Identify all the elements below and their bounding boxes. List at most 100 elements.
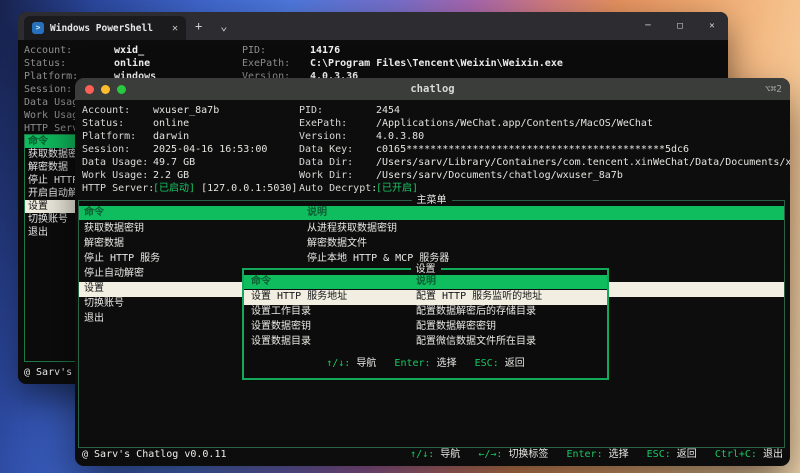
close-icon[interactable]: ✕	[696, 12, 728, 40]
info-label: ExePath:	[299, 118, 348, 129]
info-value: 2.2 GB	[153, 170, 190, 181]
window-shortcut-badge: ⌥⌘2	[764, 83, 782, 95]
menu-cmd: 设置数据目录	[251, 336, 311, 347]
menu-desc: 解密数据文件	[307, 238, 367, 249]
info-label: Data Key:	[299, 144, 354, 155]
menu-desc: 从进程获取数据密钥	[307, 223, 397, 234]
info-value: 14176	[310, 45, 341, 56]
key-hint: ←/→:	[478, 449, 503, 460]
menu-cmd: 设置 HTTP 服务地址	[251, 291, 348, 302]
menu-cmd: 设置数据密钥	[251, 321, 311, 332]
info-label: Data Usage:	[82, 157, 149, 168]
statusbar-keyboard-hints: ↑/↓: 导航 ←/→: 切换标签 Enter: 选择 ESC: 返回 Ctrl…	[398, 448, 783, 461]
settings-item[interactable]: 设置数据密钥 配置数据解密密钥	[244, 320, 607, 335]
key-hint-label: 选择	[436, 358, 457, 369]
column-header-desc: 说明	[416, 276, 436, 287]
traffic-lights	[85, 84, 126, 94]
status-badge: [已启动]	[153, 183, 196, 194]
minimize-icon[interactable]: ─	[632, 12, 664, 40]
menu-cmd: 停止自动解密	[84, 268, 144, 279]
info-value-http-server: [已启动] [127.0.0.1:5030]	[153, 182, 297, 195]
chatlog-info-panel: Account: wxuser_8a7b PID: 2454 Status: o…	[82, 104, 790, 195]
info-label: Platform:	[24, 71, 79, 82]
chatlog-content: Account: wxuser_8a7b PID: 2454 Status: o…	[75, 100, 790, 466]
close-traffic-light[interactable]	[85, 84, 94, 94]
info-label: Account:	[24, 45, 73, 56]
zoom-traffic-light[interactable]	[117, 84, 126, 94]
info-label: HTTP Server:	[82, 183, 155, 194]
info-label: ExePath:	[242, 58, 291, 69]
key-hint-label: 切换标签	[508, 449, 549, 460]
chatlog-titlebar[interactable]: chatlog ⌥⌘2	[75, 78, 790, 100]
wt-info-row: Status: online ExePath: C:\Program Files…	[24, 57, 728, 70]
info-label: Status:	[82, 118, 125, 129]
tab-dropdown-icon[interactable]: ⌄	[211, 19, 236, 33]
info-label: Auto Decrypt:	[299, 183, 378, 194]
powershell-icon: >	[32, 22, 44, 34]
key-hint-label: 导航	[356, 358, 377, 369]
window-caption-buttons: ─ □ ✕	[632, 12, 728, 40]
http-address: [127.0.0.1:5030]	[201, 183, 298, 194]
status-bar: @ Sarv's Chatlog v0.0.11 ↑/↓: 导航 ←/→: 切换…	[82, 448, 783, 461]
menu-item[interactable]: 获取数据密钥 从进程获取数据密钥	[79, 222, 784, 237]
menu-item[interactable]: 解密数据 解密数据文件	[79, 237, 784, 252]
maximize-icon[interactable]: □	[664, 12, 696, 40]
info-label: PID:	[242, 45, 267, 56]
menu-cmd: 设置	[84, 283, 104, 294]
minimize-traffic-light[interactable]	[101, 84, 110, 94]
wt-footer-text: @ Sarv's	[24, 367, 73, 378]
info-value: /Users/sarv/Library/Containers/com.tence…	[376, 157, 790, 168]
settings-item-selected[interactable]: 设置 HTTP 服务地址 配置 HTTP 服务监听的地址	[244, 290, 607, 305]
info-value: 49.7 GB	[153, 157, 196, 168]
info-label: Data Dir:	[299, 157, 354, 168]
settings-header: 命令 说明	[244, 275, 607, 289]
info-label: PID:	[299, 105, 324, 116]
wt-info-row: Account: wxid_ PID: 14176	[24, 44, 728, 57]
windows-terminal-titlebar[interactable]: > Windows PowerShell ✕ + ⌄ ─ □ ✕	[18, 12, 728, 40]
key-hint: ESC:	[646, 449, 671, 460]
new-tab-icon[interactable]: +	[186, 19, 211, 33]
info-row: Account: wxuser_8a7b PID: 2454	[82, 104, 790, 117]
info-value: darwin	[153, 131, 190, 142]
column-header-command: 命令	[251, 276, 271, 287]
settings-item[interactable]: 设置数据目录 配置微信数据文件所在目录	[244, 335, 607, 350]
key-hint: Enter:	[566, 449, 603, 460]
menu-cmd: 停止 HTTP 服务	[84, 253, 161, 264]
info-value: 2025-04-16 16:53:00	[153, 144, 268, 155]
info-label: Platform:	[82, 131, 137, 142]
info-value: 4.0.3.80	[376, 131, 425, 142]
settings-dialog: 设置 命令 说明 设置 HTTP 服务地址 配置 HTTP 服务监听的地址 设置…	[242, 263, 609, 380]
info-label: Work Usage:	[82, 170, 149, 181]
desktop: > Windows PowerShell ✕ + ⌄ ─ □ ✕ Account…	[0, 0, 800, 473]
main-menu-header: 命令 说明	[79, 206, 784, 220]
info-label: Session:	[82, 144, 131, 155]
info-value: c0165***********************************…	[376, 144, 690, 155]
menu-cmd: 获取数据密钥	[84, 223, 144, 234]
info-label: Session:	[24, 84, 73, 95]
settings-item[interactable]: 设置工作目录 配置数据解密后的存储目录	[244, 305, 607, 320]
info-value: 2454	[376, 105, 401, 116]
dialog-keyboard-hints: ↑/↓: 导航 Enter: 选择 ESC: 返回	[244, 357, 607, 370]
menu-desc: 配置数据解密密钥	[416, 321, 496, 332]
tab-close-icon[interactable]: ✕	[172, 23, 178, 34]
column-header-command: 命令	[84, 207, 104, 218]
column-header-desc: 说明	[307, 207, 327, 218]
menu-cmd: 退出	[84, 313, 104, 324]
window-title: chatlog	[410, 83, 455, 95]
info-row: Work Usage: 2.2 GB Work Dir: /Users/sarv…	[82, 169, 790, 182]
info-row: Session: 2025-04-16 16:53:00 Data Key: c…	[82, 143, 790, 156]
tab-windows-powershell[interactable]: > Windows PowerShell ✕	[24, 16, 186, 40]
key-hint-label: 返回	[504, 358, 525, 369]
app-version-text: @ Sarv's Chatlog v0.0.11	[82, 449, 227, 460]
info-label: Version:	[299, 131, 348, 142]
info-value: /Users/sarv/Documents/chatlog/wxuser_8a7…	[376, 170, 623, 181]
info-value: C:\Program Files\Tencent\Weixin\Weixin.e…	[310, 58, 563, 69]
tab-title: Windows PowerShell	[50, 22, 153, 34]
info-row: Data Usage: 49.7 GB Data Dir: /Users/sar…	[82, 156, 790, 169]
menu-desc: 配置微信数据文件所在目录	[416, 336, 536, 347]
key-hint: Enter:	[394, 358, 431, 369]
info-value: online	[153, 118, 190, 129]
key-hint: ↑/↓:	[410, 449, 435, 460]
info-value: online	[114, 58, 151, 69]
menu-cmd: 解密数据	[84, 238, 124, 249]
